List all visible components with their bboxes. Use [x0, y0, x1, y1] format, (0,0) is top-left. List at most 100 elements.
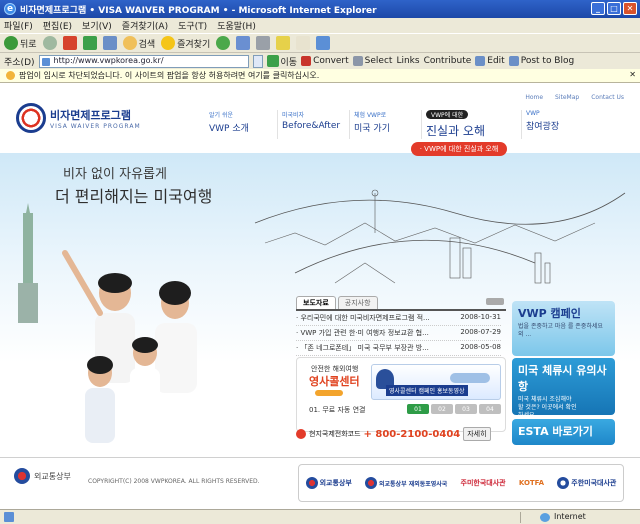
home-icon[interactable] [102, 36, 117, 50]
print-icon[interactable] [256, 36, 271, 50]
airplane-icon [450, 373, 490, 383]
home-link[interactable]: Home [525, 94, 543, 101]
contact-link[interactable]: Contact Us [591, 94, 624, 101]
vwp-campaign-button[interactable]: VWP 캠페인 법을 존중하고 마음 를 존중하세요 외 ... [512, 301, 615, 356]
popup-blocked-infobar[interactable]: 팝업이 임시로 차단되었습니다. 이 사이트의 팝업을 항상 허용하려면 여기를… [0, 69, 640, 83]
mail-icon[interactable] [236, 36, 251, 50]
campaign-video-banner[interactable]: 영사콜센터 캠페인 홍보동영상 [371, 364, 501, 400]
back-arrow-icon [4, 36, 18, 50]
mofa-emblem-icon [365, 477, 377, 489]
menu-view[interactable]: 보기(V) [82, 19, 112, 32]
minimize-button[interactable]: _ [591, 2, 605, 15]
forward-arrow-icon [42, 36, 57, 50]
news-row[interactable]: · 우리국민에 대한 미국비자면제프로그램 적... 2008-10-31 [296, 311, 501, 326]
page-status-icon [4, 512, 14, 522]
window-title: 비자면제프로그램 • VISA WAIVER PROGRAM • - Micro… [20, 5, 377, 16]
news-more-button[interactable] [486, 298, 504, 305]
select-icon [352, 56, 363, 66]
city-illustration [254, 189, 626, 284]
blog-icon [508, 56, 519, 66]
mofa-emblem-icon [305, 477, 318, 489]
page-icon [41, 57, 50, 66]
partner-consular[interactable]: 외교통상부 재외동포영사국 [365, 477, 447, 489]
address-dropdown-icon[interactable] [252, 54, 263, 68]
menu-bar: 파일(F) 편집(E) 보기(V) 즐겨찾기(A) 도구(T) 도움말(H) [0, 18, 640, 33]
menu-file[interactable]: 파일(F) [4, 19, 33, 32]
us-seal-icon [557, 477, 570, 489]
close-button[interactable]: ✕ [623, 2, 637, 15]
esta-shortcut-button[interactable]: ESTA 바로가기 [512, 419, 615, 445]
convert-button[interactable]: Convert [301, 56, 349, 66]
web-page: 비자면제프로그램 VISA WAIVER PROGRAM Home SiteMa… [0, 83, 640, 509]
site-footer: 외교통상부 COPYRIGHT(C) 2008 VWPKOREA. ALL RI… [0, 457, 640, 509]
phone-number: + 800-2100-0404 [363, 428, 461, 440]
nav-go-to-us[interactable]: 체험 VWP로 미국 가기 [349, 110, 421, 139]
news-box: 보도자료 공지사항 · 우리국민에 대한 미국비자면제프로그램 적... 200… [296, 296, 506, 356]
news-row[interactable]: · VWP 가입 관련 한·미 여행자 정보교환 협... 2008-07-29 [296, 326, 501, 341]
select-button[interactable]: Select [352, 56, 392, 66]
window-titlebar[interactable]: e 비자면제프로그램 • VISA WAIVER PROGRAM • - Mic… [0, 0, 640, 18]
ie-logo-icon: e [4, 3, 16, 15]
maximize-button[interactable]: □ [607, 2, 621, 15]
tagline-1: 비자 없이 자유롭게 [63, 167, 167, 182]
mofa-footer-logo[interactable]: 외교통상부 [14, 468, 71, 484]
partner-us-embassy[interactable]: 주한미국대사관 [557, 477, 616, 489]
address-bar: 주소(D) http://www.vwpkorea.go.kr/ 이동 Conv… [0, 53, 640, 69]
edit-button[interactable]: Edit [475, 56, 505, 66]
stay-notice-button[interactable]: 미국 체류시 유의사항 미국 체류시 조심해야 할 것은? 이곳에서 확인하세요… [512, 358, 615, 419]
site-logo[interactable]: 비자면제프로그램 VISA WAIVER PROGRAM [16, 103, 141, 133]
call-center-more-button[interactable] [315, 390, 343, 396]
copyright: COPYRIGHT(C) 2008 VWPKOREA. ALL RIGHTS R… [88, 478, 260, 485]
tab-notice[interactable]: 공지사항 [337, 296, 378, 309]
partner-mofa[interactable]: 외교통상부 [305, 477, 352, 489]
nav-truth-myth[interactable]: VWP에 대한 진실과 오해 [421, 110, 521, 139]
step-02-button[interactable]: 02 [431, 404, 453, 414]
back-button[interactable]: 뒤로 [4, 36, 37, 50]
partner-korean-embassy[interactable]: 주미한국대사관 [461, 478, 506, 488]
nav-vwp-intro[interactable]: 알기 쉬운 VWP 소개 [205, 110, 277, 139]
address-label: 주소(D) [4, 57, 35, 68]
tab-press-release[interactable]: 보도자료 [296, 296, 336, 309]
top-links: Home SiteMap Contact Us [525, 94, 624, 101]
star-icon [161, 36, 176, 50]
partner-links: 외교통상부 외교통상부 재외동포영사국 주미한국대사관 KOTFA 주한미국대사… [298, 464, 624, 502]
close-infobar-icon[interactable]: ✕ [629, 70, 636, 79]
stop-icon[interactable] [62, 36, 77, 50]
menu-favorites[interactable]: 즐겨찾기(A) [122, 19, 168, 32]
contribute-button[interactable]: Contribute [424, 56, 472, 66]
messenger-icon[interactable] [296, 36, 311, 50]
phone-row: 현지국제전화코드 + 800-2100-0404 자세히 [296, 425, 506, 443]
step-04-button[interactable]: 04 [479, 404, 501, 414]
menu-tools[interactable]: 도구(T) [178, 19, 207, 32]
search-button[interactable]: 검색 [122, 36, 155, 50]
research-icon[interactable] [316, 36, 331, 50]
toolbar: 뒤로 검색 즐겨찾기 [0, 33, 640, 53]
menu-edit[interactable]: 편집(E) [43, 19, 72, 32]
go-button[interactable]: 이동 [266, 55, 297, 68]
status-bar: Internet [0, 509, 640, 524]
favorites-button[interactable]: 즐겨찾기 [161, 36, 210, 50]
folder-icon[interactable] [276, 36, 291, 50]
family-photo [62, 250, 197, 443]
news-row[interactable]: · 「존 네그로폰테」 미국 국무부 부장관 방... 2008-05-08 [296, 341, 501, 356]
globe-icon [540, 513, 550, 522]
phone-detail-button[interactable]: 자세히 [463, 427, 491, 441]
phone-icon [296, 429, 306, 439]
menu-help[interactable]: 도움말(H) [217, 19, 256, 32]
step-01-button[interactable]: 01 [407, 404, 429, 414]
links-button[interactable]: Links [396, 56, 419, 66]
forward-button[interactable] [42, 36, 57, 50]
call-step-buttons: 01 02 03 04 [407, 404, 501, 414]
post-to-blog-button[interactable]: Post to Blog [508, 56, 574, 66]
call-center-title[interactable]: 영사콜센터 [309, 373, 360, 389]
history-icon[interactable] [216, 36, 231, 50]
nav-participation[interactable]: VWP 참여광장 [521, 110, 593, 139]
tagline-2: 더 편리해지는 미국여행 [55, 187, 213, 206]
nav-before-after[interactable]: 미국비자 Before&After [277, 110, 349, 139]
sitemap-link[interactable]: SiteMap [555, 94, 579, 101]
step-03-button[interactable]: 03 [455, 404, 477, 414]
refresh-icon[interactable] [82, 36, 97, 50]
address-input[interactable]: http://www.vwpkorea.go.kr/ [38, 54, 249, 68]
partner-kotfa[interactable]: KOTFA [519, 479, 544, 487]
main-nav: 알기 쉬운 VWP 소개 미국비자 Before&After 체험 VWP로 미… [205, 110, 593, 139]
